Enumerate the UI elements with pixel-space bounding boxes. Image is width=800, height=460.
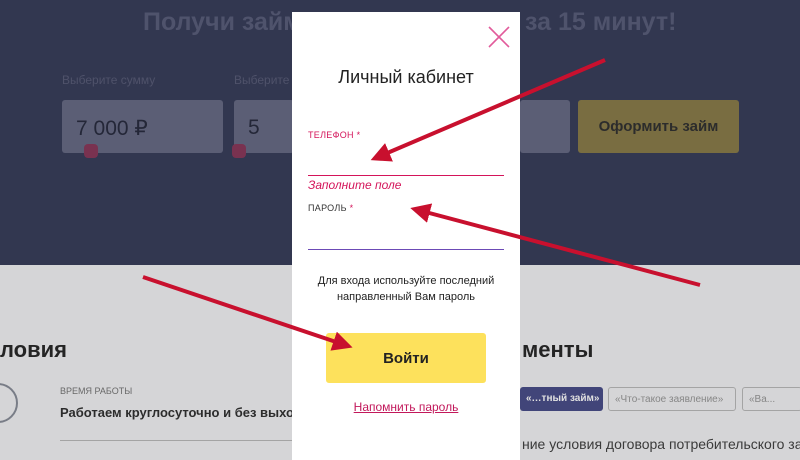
- password-input[interactable]: [308, 228, 504, 250]
- login-button[interactable]: Войти: [326, 333, 486, 383]
- modal-title: Личный кабинет: [338, 67, 474, 87]
- phone-input[interactable]: [308, 154, 504, 176]
- phone-error: Заполните поле: [308, 178, 402, 192]
- hint-line: направленный Вам пароль: [336, 291, 476, 303]
- password-label: ПАРОЛЬ *: [308, 203, 354, 213]
- hint-line: Для входа используйте последний: [317, 275, 495, 287]
- phone-label: ТЕЛЕФОН *: [308, 130, 361, 140]
- close-icon[interactable]: [486, 24, 512, 50]
- remind-password-link[interactable]: Напомнить пароль: [292, 400, 520, 414]
- login-hint: Для входа используйте последний направле…: [300, 273, 512, 305]
